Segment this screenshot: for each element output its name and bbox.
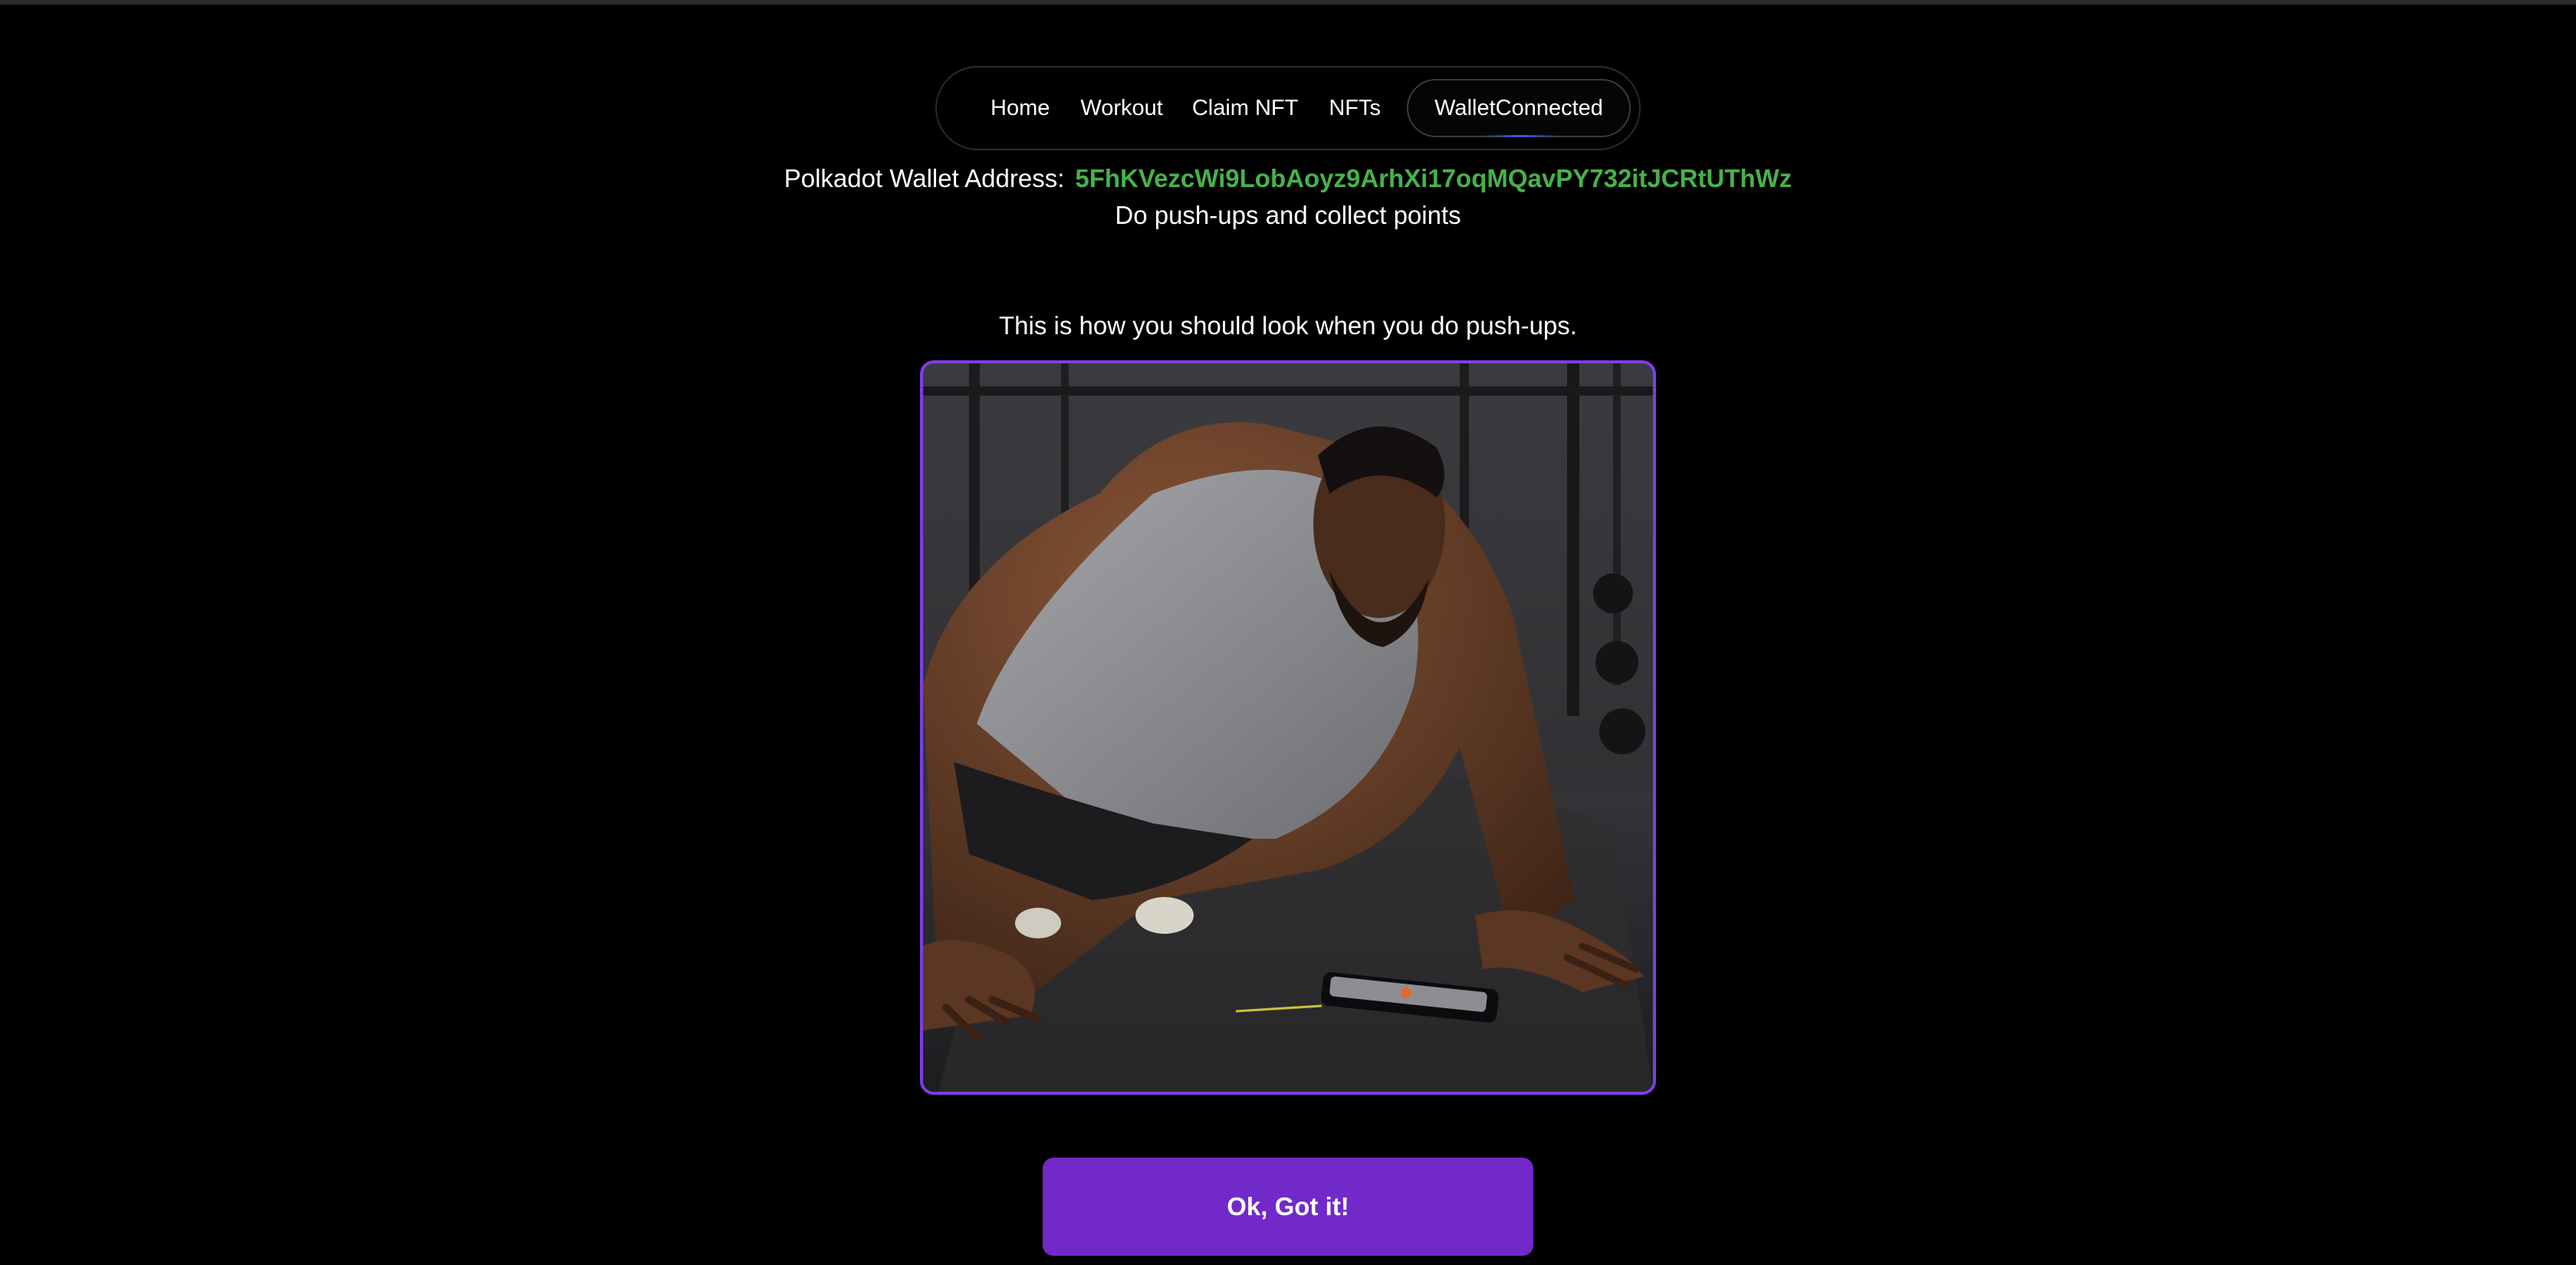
top-navigation: Home Workout Claim NFT NFTs WalletConnec… (935, 66, 1641, 150)
pushup-example-image (920, 360, 1656, 1095)
nav-claim-nft-link[interactable]: Claim NFT (1192, 96, 1299, 121)
pushup-illustration (923, 363, 1653, 1092)
ok-got-it-button[interactable]: Ok, Got it! (1043, 1158, 1533, 1256)
wallet-address-value: 5FhKVezcWi9LobAoyz9ArhXi17oqMQavPY732itJ… (1075, 164, 1792, 192)
instruction-text: This is how you should look when you do … (999, 311, 1577, 340)
page-subtitle: Do push-ups and collect points (1115, 201, 1461, 229)
nav-home-link[interactable]: Home (991, 96, 1050, 121)
browser-top-strip (0, 0, 2576, 5)
wallet-address-row: Polkadot Wallet Address: 5FhKVezcWi9LobAo… (0, 164, 2576, 193)
wallet-address-label: Polkadot Wallet Address: (784, 164, 1065, 192)
nav-nfts-link[interactable]: NFTs (1329, 96, 1381, 121)
wallet-button-underline (1482, 135, 1559, 137)
wallet-connected-label: WalletConnected (1434, 95, 1603, 120)
nav-workout-link[interactable]: Workout (1080, 96, 1162, 121)
wallet-connected-button[interactable]: WalletConnected (1407, 79, 1631, 137)
